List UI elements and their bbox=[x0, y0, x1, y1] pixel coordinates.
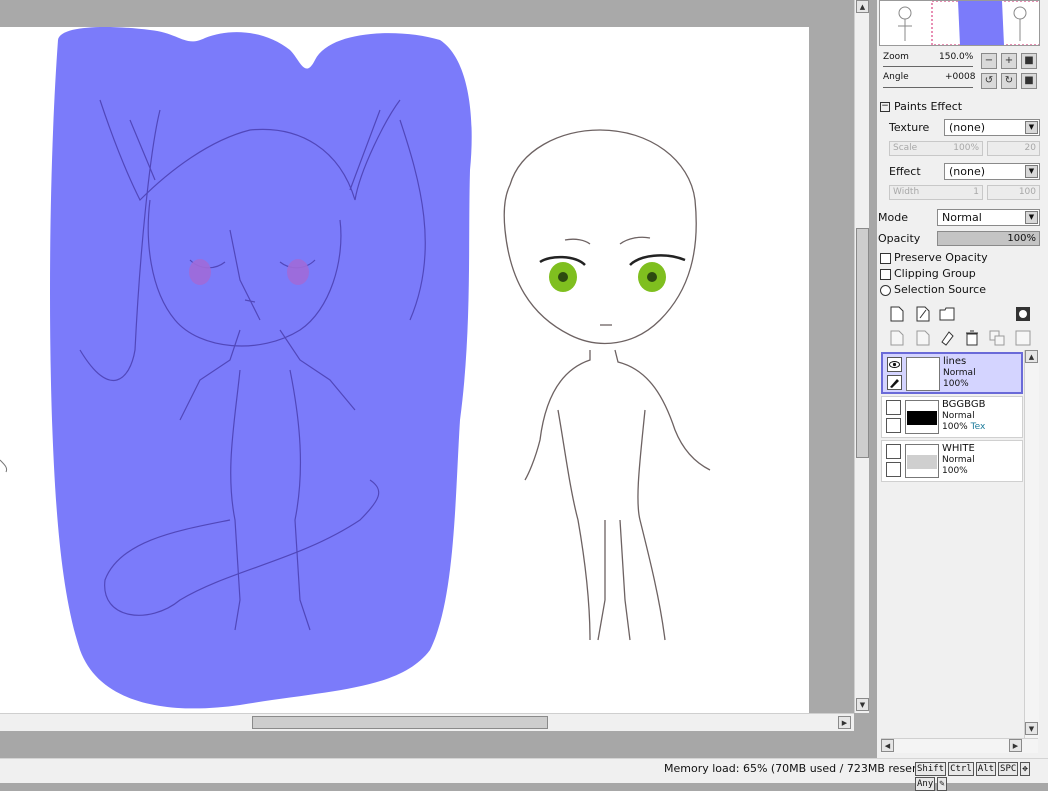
zoom-in-icon[interactable]: + bbox=[1001, 53, 1017, 69]
horizontal-scroll-thumb[interactable] bbox=[252, 716, 548, 729]
any-key: Any bbox=[915, 777, 936, 791]
width-field[interactable]: Width 1 bbox=[889, 185, 983, 200]
pen-icon[interactable] bbox=[887, 375, 902, 390]
effect-label: Effect bbox=[889, 165, 921, 178]
left-eye-blue bbox=[189, 259, 211, 285]
rotate-reset-icon[interactable]: ■ bbox=[1021, 73, 1037, 89]
navigator-preview[interactable] bbox=[879, 0, 1040, 46]
edit-toggle[interactable] bbox=[886, 418, 901, 433]
scroll-up-icon[interactable]: ▲ bbox=[1025, 350, 1038, 363]
clipping-group-label: Clipping Group bbox=[894, 267, 976, 280]
paints-effect-header: Paints Effect bbox=[894, 100, 963, 113]
zoom-value: 150.0% bbox=[939, 52, 974, 62]
new-linework-layer-icon[interactable] bbox=[914, 305, 932, 323]
chevron-down-icon: ▼ bbox=[1025, 121, 1038, 134]
zoom-out-icon[interactable]: − bbox=[981, 53, 997, 69]
scroll-right-icon[interactable]: ▶ bbox=[1009, 739, 1022, 752]
status-bar: Memory load: 65% (70MB used / 723MB rese… bbox=[0, 758, 1048, 791]
vertical-scrollbar[interactable]: ▲ ▼ bbox=[854, 0, 870, 713]
delete-layer-icon[interactable] bbox=[963, 329, 981, 347]
opacity-slider[interactable]: 100% bbox=[937, 231, 1040, 246]
effect-select[interactable]: (none) ▼ bbox=[944, 163, 1040, 180]
layer-thumbnail bbox=[905, 444, 939, 478]
collapse-icon[interactable]: − bbox=[880, 102, 890, 112]
layer-name[interactable]: BGGBGB bbox=[942, 399, 985, 410]
angle-value: +0008 bbox=[945, 72, 976, 82]
new-folder-icon[interactable] bbox=[938, 305, 956, 323]
panel-divider bbox=[869, 0, 877, 782]
zoom-label: Zoom bbox=[883, 52, 909, 62]
shift-key: Shift bbox=[915, 762, 947, 776]
layers-scrollbar[interactable]: ▲ ▼ bbox=[1024, 350, 1039, 738]
merge-visible-icon[interactable] bbox=[988, 329, 1006, 347]
edit-toggle[interactable] bbox=[886, 462, 901, 477]
texture-select[interactable]: (none) ▼ bbox=[944, 119, 1040, 136]
rotate-right-icon[interactable]: ↻ bbox=[1001, 73, 1017, 89]
modifier-keys: Shift Ctrl Alt SPC ✥ Any ✎ bbox=[913, 761, 1048, 791]
texture-tag: Tex bbox=[970, 422, 986, 432]
space-key: SPC bbox=[998, 762, 1019, 776]
layer-opacity: 100% bbox=[942, 466, 968, 476]
merge-down-icon[interactable] bbox=[914, 329, 932, 347]
opacity-value: 100% bbox=[1007, 233, 1036, 244]
layers-hscrollbar[interactable]: ◀ ▶ bbox=[881, 738, 1038, 753]
clear-layer-icon[interactable] bbox=[938, 329, 956, 347]
ctrl-key: Ctrl bbox=[948, 762, 974, 776]
layer-item-bggbgb[interactable]: BGGBGB Normal 100% Tex bbox=[881, 396, 1023, 438]
artwork[interactable] bbox=[0, 0, 854, 713]
scale-field[interactable]: Scale 100% bbox=[889, 141, 983, 156]
right-eye-blue bbox=[287, 259, 309, 285]
new-layer-icon[interactable] bbox=[888, 305, 906, 323]
chevron-down-icon: ▼ bbox=[1025, 211, 1038, 224]
scroll-up-icon[interactable]: ▲ bbox=[856, 0, 869, 13]
mode-label: Mode bbox=[878, 211, 908, 224]
width-number[interactable]: 100 bbox=[987, 185, 1040, 200]
scroll-down-icon[interactable]: ▼ bbox=[1025, 722, 1038, 735]
layer-item-lines[interactable]: lines Normal 100% bbox=[881, 352, 1023, 394]
zoom-slider[interactable] bbox=[883, 66, 973, 67]
angle-slider[interactable] bbox=[883, 87, 973, 88]
alt-key: Alt bbox=[975, 762, 997, 776]
flatten-icon[interactable] bbox=[1014, 329, 1032, 347]
chevron-down-icon: ▼ bbox=[1025, 165, 1038, 178]
layer-mode: Normal bbox=[943, 368, 976, 378]
selection-source-label: Selection Source bbox=[894, 283, 986, 296]
layer-thumbnail bbox=[905, 400, 939, 434]
layer-name[interactable]: lines bbox=[943, 356, 966, 367]
zoom-reset-icon[interactable]: ■ bbox=[1021, 53, 1037, 69]
layer-thumbnail bbox=[906, 357, 940, 391]
scroll-left-icon[interactable]: ◀ bbox=[881, 739, 894, 752]
horizontal-scrollbar[interactable]: ▶ bbox=[0, 713, 854, 731]
visibility-toggle[interactable] bbox=[886, 444, 901, 459]
preserve-opacity-label: Preserve Opacity bbox=[894, 251, 988, 264]
scroll-right-icon[interactable]: ▶ bbox=[838, 716, 851, 729]
layer-opacity: 100% bbox=[943, 379, 969, 389]
opacity-label: Opacity bbox=[878, 232, 921, 245]
vertical-scroll-thumb[interactable] bbox=[856, 228, 869, 458]
scroll-down-icon[interactable]: ▼ bbox=[856, 698, 869, 711]
visibility-toggle[interactable] bbox=[886, 400, 901, 415]
layer-opacity: 100% Tex bbox=[942, 422, 986, 432]
canvas-area[interactable] bbox=[0, 0, 854, 713]
layer-mode: Normal bbox=[942, 455, 975, 465]
layer-mode: Normal bbox=[942, 411, 975, 421]
layer-mask-icon[interactable] bbox=[1014, 305, 1032, 323]
angle-label: Angle bbox=[883, 72, 909, 82]
pen-icon: ✎ bbox=[937, 777, 947, 791]
selection-source-radio[interactable] bbox=[880, 285, 891, 296]
clipping-group-checkbox[interactable] bbox=[880, 269, 891, 280]
layer-item-white[interactable]: WHITE Normal 100% bbox=[881, 440, 1023, 482]
scale-number[interactable]: 20 bbox=[987, 141, 1040, 156]
eye-icon[interactable] bbox=[887, 357, 902, 372]
move-icon: ✥ bbox=[1020, 762, 1030, 776]
transfer-down-icon[interactable] bbox=[888, 329, 906, 347]
preserve-opacity-checkbox[interactable] bbox=[880, 253, 891, 264]
memory-load: Memory load: 65% (70MB used / 723MB rese… bbox=[664, 762, 942, 775]
rotate-left-icon[interactable]: ↺ bbox=[981, 73, 997, 89]
texture-label: Texture bbox=[889, 121, 930, 134]
layer-name[interactable]: WHITE bbox=[942, 443, 975, 454]
blend-mode-select[interactable]: Normal ▼ bbox=[937, 209, 1040, 226]
